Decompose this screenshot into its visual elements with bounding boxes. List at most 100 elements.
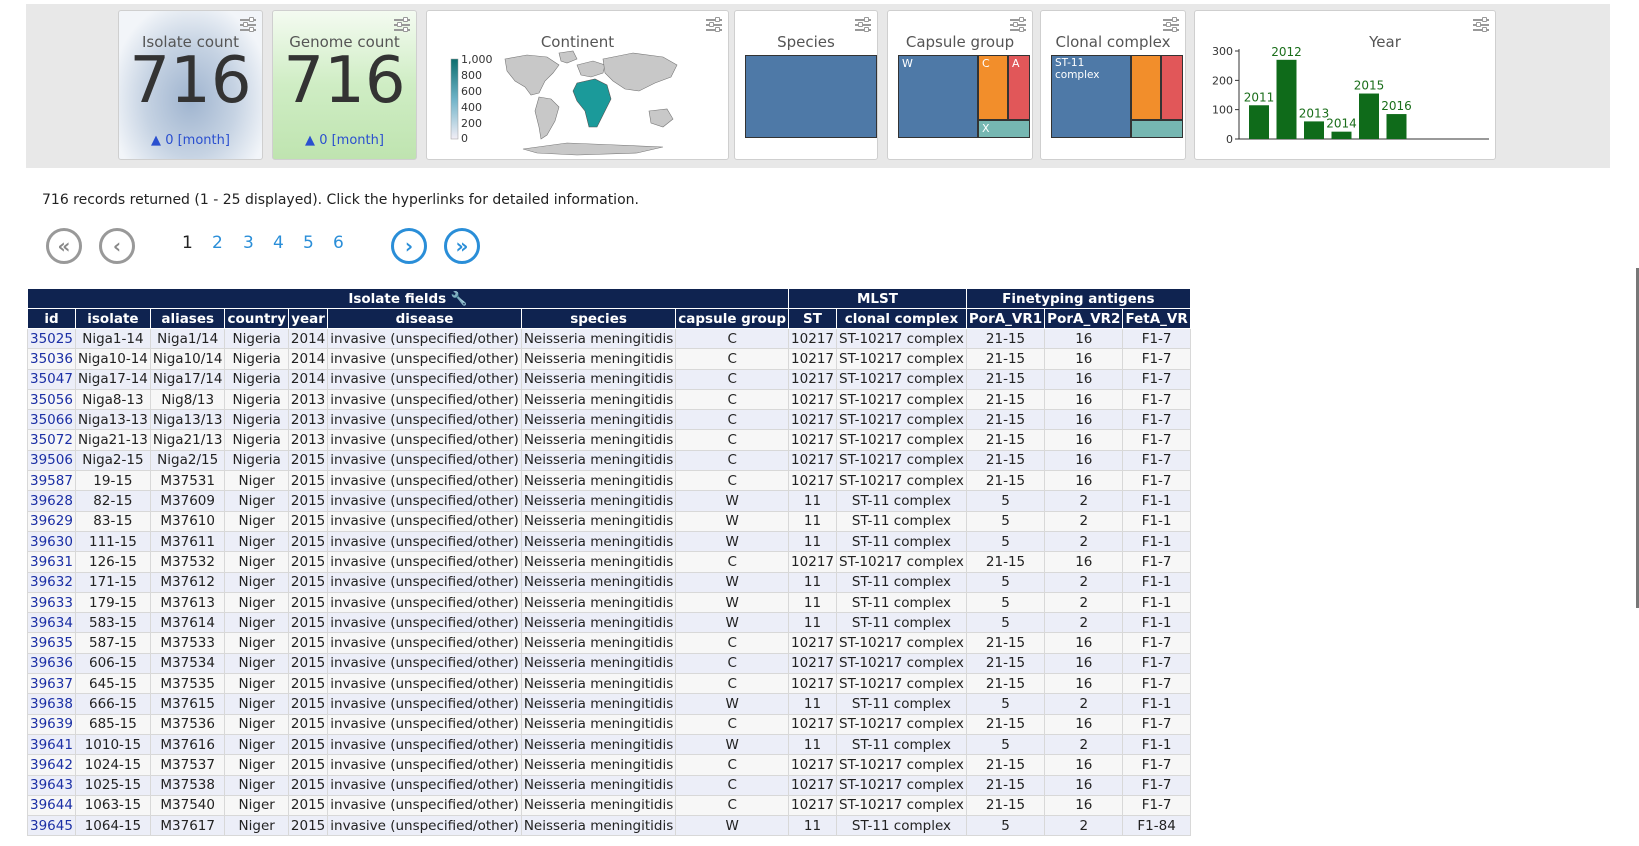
isolate-id-link[interactable]: 39643 [30, 777, 73, 793]
table-cell: M37613 [149, 591, 226, 614]
column-header[interactable]: capsule group [675, 308, 790, 329]
table-cell: invasive (unspecified/other) [327, 571, 522, 593]
page-link-3[interactable]: 3 [243, 233, 254, 253]
treemap-block-st11[interactable]: ST-11 complex [1051, 55, 1131, 138]
isolate-id-link[interactable]: 35066 [30, 412, 73, 428]
column-header[interactable]: isolate [74, 308, 151, 329]
table-cell: Neisseria meningitidis [520, 388, 677, 411]
next-page-button[interactable]: › [391, 228, 427, 264]
column-header[interactable]: PorA_VR1 [965, 308, 1046, 329]
table-cell: 2015 [287, 713, 329, 735]
table-cell: 21-15 [965, 632, 1046, 654]
isolate-count-widget[interactable]: Isolate count 716 ▲ 0 [month] [118, 10, 263, 160]
isolate-id-link[interactable]: 35036 [30, 351, 73, 367]
isolate-id-link[interactable]: 39631 [30, 554, 73, 570]
page-link-6[interactable]: 6 [333, 233, 344, 253]
page-link-2[interactable]: 2 [212, 233, 223, 253]
treemap-block-w[interactable]: W [898, 55, 978, 138]
isolate-id-link[interactable]: 39628 [30, 493, 73, 509]
isolate-id-link[interactable]: 39639 [30, 716, 73, 732]
table-cell: Niga10/14 [149, 348, 226, 370]
table-cell: F1-1 [1122, 571, 1191, 593]
table-cell: 2015 [287, 693, 329, 715]
column-header[interactable]: clonal complex [836, 308, 967, 329]
table-cell: 583-15 [74, 612, 151, 634]
treemap-block-red[interactable] [1161, 55, 1183, 120]
genome-count-widget[interactable]: Genome count 716 ▲ 0 [month] [272, 10, 417, 160]
isolate-id-link[interactable]: 39630 [30, 534, 73, 550]
table-cell: C [675, 429, 790, 451]
treemap-block-a[interactable]: A [1008, 55, 1030, 120]
column-header[interactable]: species [520, 308, 677, 329]
table-row: 39641 1010-15 M37616 Niger 2015 invasive (uns… [27, 733, 1191, 756]
isolate-id-link[interactable]: 39506 [30, 452, 73, 468]
isolate-id-link[interactable]: 35047 [30, 371, 73, 387]
continent-widget[interactable]: Continent 1,000 800 600 400 200 0 [426, 10, 729, 160]
treemap-block-x[interactable]: X [978, 120, 1030, 138]
column-header[interactable]: PorA_VR2 [1044, 308, 1124, 329]
isolate-id-link[interactable]: 39587 [30, 473, 73, 489]
table-cell: invasive (unspecified/other) [327, 510, 522, 532]
settings-icon[interactable] [1010, 17, 1026, 32]
last-page-button[interactable]: » [444, 228, 480, 264]
species-widget[interactable]: Species [734, 10, 878, 160]
table-cell: 21-15 [965, 652, 1046, 675]
column-header[interactable]: ST [788, 308, 837, 329]
year-widget[interactable]: Year 0 100 200 300 2011 2012 2013 2014 2015 2016 [1194, 10, 1496, 160]
isolate-id-link[interactable]: 35072 [30, 432, 73, 448]
table-cell: 666-15 [74, 693, 151, 715]
legend-tick: 400 [461, 101, 482, 114]
species-treemap-block[interactable] [745, 55, 877, 138]
year-bar-2014 [1331, 131, 1352, 139]
table-cell: 39638 [27, 693, 76, 715]
table-cell: 5 [965, 490, 1046, 512]
isolate-id-link[interactable]: 39644 [30, 797, 73, 813]
previous-page-button[interactable]: ‹ [99, 228, 135, 264]
treemap-block-orange[interactable] [1131, 55, 1161, 120]
isolate-id-link[interactable]: 39629 [30, 513, 73, 529]
isolate-id-link[interactable]: 39642 [30, 757, 73, 773]
column-header[interactable]: FetA_VR [1122, 308, 1191, 329]
table-cell: 21-15 [965, 449, 1046, 472]
table-cell: 1010-15 [74, 733, 151, 756]
isolate-id-link[interactable]: 39632 [30, 574, 73, 590]
isolate-id-link[interactable]: 39634 [30, 615, 73, 631]
table-cell: 5 [965, 571, 1046, 593]
page-link-5[interactable]: 5 [303, 233, 314, 253]
page-link-1[interactable]: 1 [182, 233, 193, 253]
table-cell: 2013 [287, 429, 329, 451]
column-header[interactable]: disease [327, 308, 522, 329]
isolate-id-link[interactable]: 39636 [30, 655, 73, 671]
settings-icon[interactable] [394, 17, 410, 32]
isolate-id-link[interactable]: 39645 [30, 818, 73, 834]
table-cell: Nigeria [224, 368, 289, 390]
year-bar-label: 2016 [1381, 99, 1412, 113]
isolate-id-link[interactable]: 35025 [30, 331, 73, 347]
page-link-4[interactable]: 4 [273, 233, 284, 253]
settings-icon[interactable] [240, 17, 256, 32]
table-cell: M37609 [149, 490, 226, 512]
table-cell: 21-15 [965, 551, 1046, 573]
capsule-group-widget[interactable]: Capsule group W C A X [887, 10, 1033, 160]
treemap-block-teal[interactable] [1131, 120, 1183, 138]
column-header[interactable]: year [287, 308, 329, 329]
clonal-complex-widget[interactable]: Clonal complex ST-11 complex [1040, 10, 1186, 160]
column-header[interactable]: aliases [149, 308, 226, 329]
first-page-button[interactable]: « [46, 228, 82, 264]
isolate-id-link[interactable]: 39635 [30, 635, 73, 651]
isolate-id-link[interactable]: 39638 [30, 696, 73, 712]
column-header[interactable]: id [27, 308, 76, 329]
treemap-block-c[interactable]: C [978, 55, 1008, 120]
isolate-id-link[interactable]: 39633 [30, 595, 73, 611]
settings-icon[interactable] [1163, 17, 1179, 32]
column-header[interactable]: country [224, 308, 289, 329]
table-cell: 645-15 [74, 673, 151, 695]
isolate-id-link[interactable]: 35056 [30, 392, 73, 408]
isolate-id-link[interactable]: 39641 [30, 737, 73, 753]
table-cell: 35066 [27, 409, 76, 431]
settings-icon[interactable] [855, 17, 871, 32]
isolate-id-link[interactable]: 39637 [30, 676, 73, 692]
table-cell: 2013 [287, 409, 329, 431]
table-cell: F1-7 [1122, 409, 1191, 431]
table-cell: 606-15 [74, 652, 151, 675]
